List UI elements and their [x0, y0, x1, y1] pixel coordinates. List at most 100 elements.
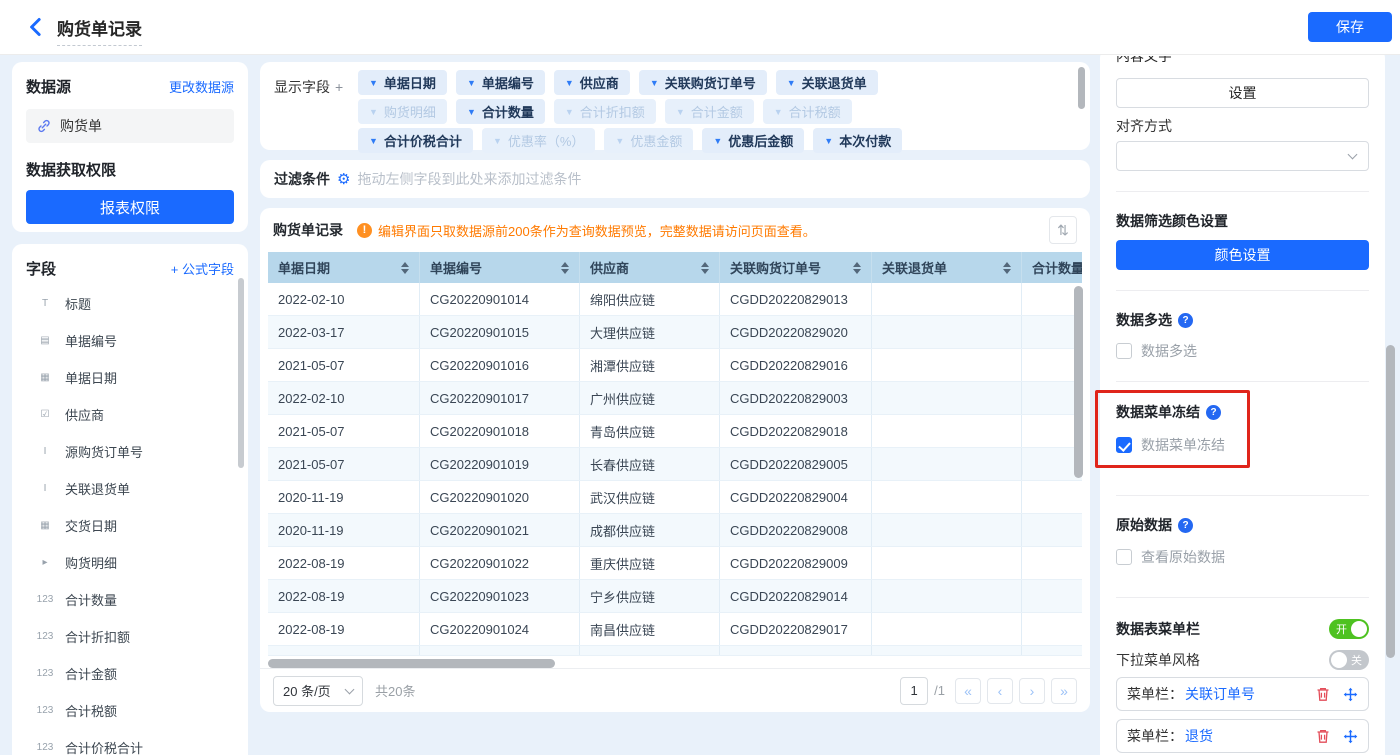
menubar-toggle-on[interactable]: 开 — [1329, 619, 1369, 639]
column-header[interactable]: 单据日期 — [268, 252, 420, 283]
cell-supplier: 成都供应链 — [580, 514, 720, 546]
table-row[interactable]: 2022-02-10 CG20220901017 广州供应链 CGDD20220… — [268, 382, 1082, 415]
raw-data-checkbox-row[interactable]: 查看原始数据 — [1116, 547, 1369, 567]
display-field-chip[interactable]: ▼ 合计税额 — [762, 99, 852, 124]
display-fields-scrollbar-thumb[interactable] — [1078, 67, 1085, 109]
column-header[interactable]: 单据编号 — [420, 252, 580, 283]
field-list-item[interactable]: 123 合计税额 — [26, 692, 234, 729]
column-header[interactable]: 关联退货单 — [872, 252, 1022, 283]
field-list-item[interactable]: 123 合计数量 — [26, 581, 234, 618]
display-field-chip[interactable]: ▼ 合计数量 — [455, 99, 545, 124]
field-list-item[interactable]: I 关联退货单 — [26, 470, 234, 507]
dropdown-style-toggle-off[interactable]: 关 — [1329, 650, 1369, 670]
field-list-item[interactable]: ▦ 交货日期 — [26, 507, 234, 544]
gear-icon[interactable]: ⚙ — [337, 170, 350, 188]
table-row[interactable]: 2021-05-07 CG20220901016 湘潭供应链 CGDD20220… — [268, 349, 1082, 382]
display-field-chip[interactable]: ▼ 合计折扣额 — [553, 99, 656, 124]
field-list-item[interactable]: ☑ 供应商 — [26, 396, 234, 433]
add-formula-field-link[interactable]: + 公式字段 — [171, 259, 234, 278]
menubar-item-link[interactable]: 关联订单号 — [1185, 684, 1255, 704]
sort-arrows-icon[interactable] — [1003, 261, 1011, 274]
column-header[interactable]: 关联购货订单号 — [720, 252, 872, 283]
menubar-item[interactable]: 菜单栏： 关联订单号 — [1116, 677, 1369, 711]
field-list-item[interactable]: I 源购货订单号 — [26, 433, 234, 470]
display-field-chip[interactable]: ▼ 购货明细 — [358, 99, 447, 124]
help-icon[interactable]: ? — [1206, 405, 1221, 420]
display-field-chip[interactable]: ▼ 关联退货单 — [775, 70, 878, 95]
move-icon[interactable] — [1343, 729, 1358, 744]
delete-icon[interactable] — [1315, 728, 1331, 744]
multi-select-checkbox-row[interactable]: 数据多选 — [1116, 341, 1369, 361]
content-settings-button[interactable]: 设置 — [1116, 78, 1369, 108]
column-header[interactable]: 供应商 — [580, 252, 720, 283]
sort-arrows-icon[interactable] — [561, 261, 569, 274]
add-display-field-button[interactable]: + — [335, 79, 343, 95]
fields-scrollbar-thumb[interactable] — [238, 278, 244, 468]
datasource-item[interactable]: 购货单 — [26, 109, 234, 143]
current-page-input[interactable]: 1 — [900, 676, 929, 705]
menubar-item[interactable]: 菜单栏： 退货 — [1116, 719, 1369, 753]
sort-arrows-icon[interactable] — [401, 261, 409, 274]
chevron-down-icon: ▼ — [564, 77, 574, 88]
move-icon[interactable] — [1343, 687, 1358, 702]
sort-arrows-icon[interactable] — [701, 261, 709, 274]
display-field-chip[interactable]: ▼ 合计金额 — [664, 99, 754, 124]
change-datasource-link[interactable]: 更改数据源 — [169, 77, 234, 96]
page-nav-button[interactable]: « — [955, 677, 981, 704]
field-list-item[interactable]: 123 合计价税合计 — [26, 729, 234, 755]
checkbox-unchecked[interactable] — [1116, 343, 1132, 359]
color-settings-button[interactable]: 颜色设置 — [1116, 240, 1369, 270]
checkbox-unchecked[interactable] — [1116, 549, 1132, 565]
back-button[interactable] — [26, 17, 46, 37]
table-row[interactable]: 2021-05-07 CG20220901018 青岛供应链 CGDD20220… — [268, 415, 1082, 448]
horizontal-scrollbar-thumb[interactable] — [268, 659, 555, 668]
help-icon[interactable]: ? — [1178, 313, 1193, 328]
display-field-chip[interactable]: ▼ 单据日期 — [358, 70, 447, 95]
display-field-chip[interactable]: ▼ 优惠率（%） — [481, 128, 596, 153]
column-header[interactable]: 合计数量 — [1022, 252, 1082, 283]
field-list-item[interactable]: T 标题 — [26, 285, 234, 322]
sort-order-button[interactable]: ⇅ — [1049, 216, 1077, 244]
table-row[interactable]: 2022-03-17 CG20220901015 大理供应链 CGDD20220… — [268, 316, 1082, 349]
field-list-item[interactable]: ▦ 单据日期 — [26, 359, 234, 396]
display-fields-label: 显示字段 + — [274, 70, 358, 142]
sort-arrows-icon[interactable] — [853, 261, 861, 274]
display-field-chip[interactable]: ▼ 单据编号 — [455, 70, 545, 95]
display-field-chip[interactable]: ▼ 供应商 — [553, 70, 630, 95]
menu-freeze-checkbox-row[interactable]: 数据菜单冻结 — [1116, 435, 1369, 455]
chip-label: 关联购货订单号 — [664, 76, 756, 91]
cell-supplier: 宁乡供应链 — [580, 580, 720, 612]
table-row[interactable]: 2020-11-19 CG20220901021 成都供应链 CGDD20220… — [268, 514, 1082, 547]
panel-scrollbar-thumb[interactable] — [1386, 345, 1395, 658]
total-count: 共20条 — [375, 684, 416, 699]
page-nav-button[interactable]: » — [1051, 677, 1077, 704]
display-field-chip[interactable]: ▼ 优惠后金额 — [702, 128, 805, 153]
checkbox-checked[interactable] — [1116, 437, 1132, 453]
table-row[interactable]: 2022-02-10 CG20220901014 绵阳供应链 CGDD20220… — [268, 283, 1082, 316]
table-row[interactable]: 2021-05-07 CG20220901019 长春供应链 CGDD20220… — [268, 448, 1082, 481]
table-row[interactable]: 2022-08-19 CG20220901023 宁乡供应链 CGDD20220… — [268, 580, 1082, 613]
help-icon[interactable]: ? — [1178, 518, 1193, 533]
page-nav-button[interactable]: ‹ — [987, 677, 1013, 704]
delete-icon[interactable] — [1315, 686, 1331, 702]
display-field-chip[interactable]: ▼ 合计价税合计 — [358, 128, 473, 153]
report-permission-button[interactable]: 报表权限 — [26, 190, 234, 224]
table-row[interactable]: 2022-08-19 CG20220901024 南昌供应链 CGDD20220… — [268, 613, 1082, 646]
field-list-item[interactable]: ▤ 单据编号 — [26, 322, 234, 359]
display-field-chip[interactable]: ▼ 优惠金额 — [604, 128, 694, 153]
field-list-item[interactable]: 123 合计折扣额 — [26, 618, 234, 655]
display-field-chip[interactable]: ▼ 关联购货订单号 — [638, 70, 767, 95]
menubar-item-link[interactable]: 退货 — [1185, 726, 1213, 746]
display-field-chip[interactable]: ▼ 本次付款 — [813, 128, 903, 153]
field-list-item[interactable]: 123 合计金额 — [26, 655, 234, 692]
table-row[interactable]: 2020-11-19 CG20220901020 武汉供应链 CGDD20220… — [268, 481, 1082, 514]
table-scrollbar-thumb[interactable] — [1074, 286, 1083, 478]
chevron-down-icon: ▼ — [369, 135, 378, 146]
page-nav-button[interactable]: › — [1019, 677, 1045, 704]
align-select[interactable] — [1116, 141, 1369, 171]
table-row[interactable]: 2022-08-19 CG20220901022 重庆供应链 CGDD20220… — [268, 547, 1082, 580]
field-list-item[interactable]: ▸ 购货明细 — [26, 544, 234, 581]
page-size-select[interactable]: 20 条/页 — [273, 675, 363, 706]
save-button[interactable]: 保存 — [1308, 12, 1392, 42]
field-label: 合计税额 — [65, 704, 118, 719]
